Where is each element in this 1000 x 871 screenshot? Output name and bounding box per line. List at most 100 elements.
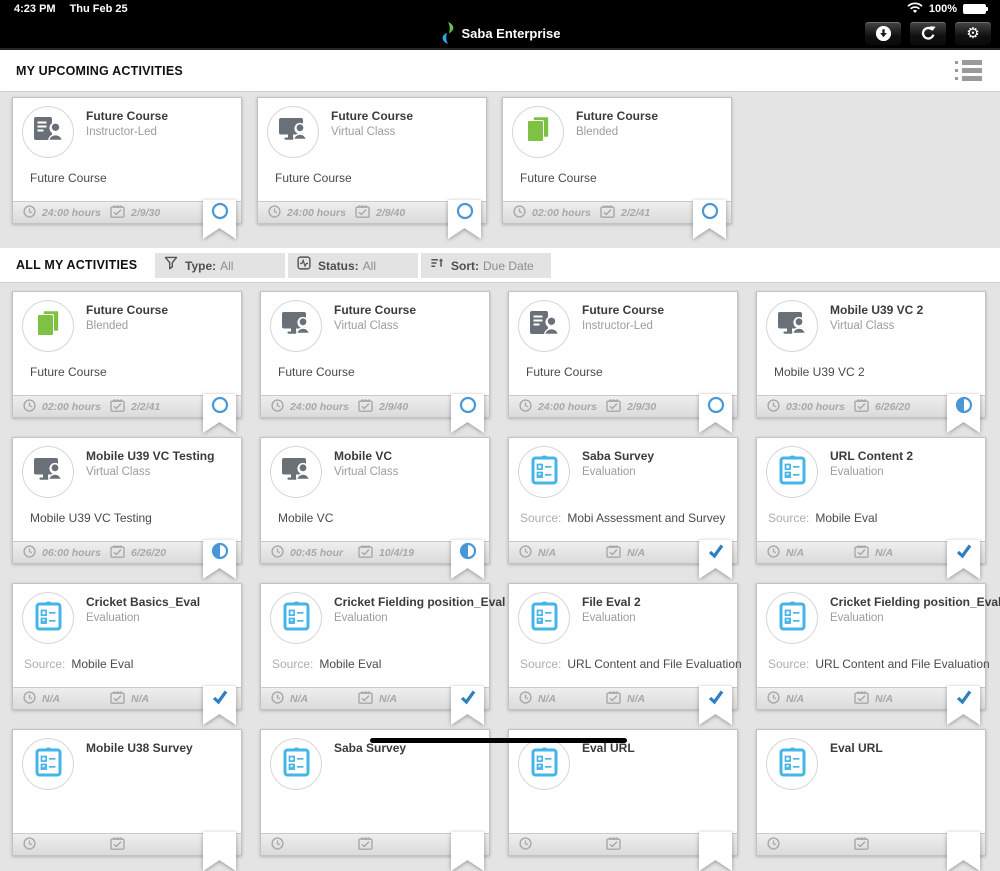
activity-card[interactable]: Future Course Blended Future Course 02:0… — [502, 97, 732, 239]
evaluation-icon — [779, 454, 806, 490]
download-icon — [875, 25, 891, 42]
card-body-text: Mobile VC — [278, 511, 334, 525]
card-duration: 03:00 hours — [786, 400, 845, 413]
clock-icon — [271, 836, 284, 853]
upcoming-section-title: MY UPCOMING ACTIVITIES — [16, 63, 183, 78]
card-subtitle: Virtual Class — [331, 126, 396, 138]
activity-type-avatar — [22, 106, 74, 158]
card-title: Mobile U39 VC Testing — [86, 449, 215, 463]
card-title: Future Course — [331, 109, 414, 123]
activity-card[interactable]: Eval URL — [508, 729, 738, 871]
activity-card[interactable]: Saba Survey Evaluation Source: Mobi Asse… — [508, 437, 738, 579]
card-duration: N/A — [538, 692, 557, 705]
clock-icon — [23, 544, 36, 561]
status-icon — [699, 832, 732, 853]
card-body-text: Mobile U39 VC Testing — [30, 511, 152, 525]
sort-icon — [430, 256, 444, 275]
status-icon — [947, 540, 980, 561]
list-view-button[interactable] — [955, 55, 984, 86]
virtual-class-icon — [777, 311, 808, 342]
app-title: Saba Enterprise — [461, 25, 561, 41]
card-date: N/A — [627, 692, 646, 705]
all-activities-title: ALL MY ACTIVITIES — [16, 258, 138, 272]
activity-card[interactable]: File Eval 2 Evaluation Source: URL Conte… — [508, 583, 742, 725]
filter-status-button[interactable]: Status: All — [288, 253, 418, 278]
activity-type-avatar — [270, 592, 322, 644]
card-date: 2/9/30 — [627, 400, 657, 413]
activity-card[interactable]: Mobile U39 VC 2 Virtual Class Mobile U39… — [756, 291, 986, 433]
upcoming-section-header: MY UPCOMING ACTIVITIES — [0, 50, 1000, 92]
calendar-icon — [854, 544, 869, 561]
activity-type-avatar — [518, 592, 570, 644]
card-subtitle: Virtual Class — [830, 320, 895, 332]
status-time: 4:23 PM — [14, 3, 56, 15]
card-body-text: Future Course — [30, 171, 107, 185]
card-date: N/A — [627, 546, 646, 559]
status-bar: 4:23 PM Thu Feb 25 100% — [0, 0, 1000, 18]
sort-button[interactable]: Sort: Due Date — [421, 253, 551, 278]
card-subtitle: Evaluation — [830, 466, 884, 478]
filter-type-label: Type: — [185, 258, 217, 273]
clock-icon — [767, 690, 780, 707]
activity-card[interactable]: Future Course Virtual Class Future Cours… — [260, 291, 490, 433]
activity-card[interactable]: Mobile U39 VC Testing Virtual Class Mobi… — [12, 437, 242, 579]
activity-card[interactable]: Cricket Fielding position_Eval Evaluatio… — [756, 583, 1000, 725]
activity-card[interactable]: Mobile VC Virtual Class Mobile VC 00:45 … — [260, 437, 490, 579]
activity-card[interactable]: Future Course Instructor-Led Future Cour… — [12, 97, 242, 239]
calendar-icon — [854, 836, 869, 853]
evaluation-icon — [283, 746, 310, 782]
card-title: Cricket Basics_Eval — [86, 595, 201, 609]
activity-card[interactable]: Future Course Virtual Class Future Cours… — [257, 97, 487, 239]
activity-card[interactable]: Eval URL — [756, 729, 986, 871]
filter-type-button[interactable]: Type: All — [155, 253, 285, 278]
status-icon — [699, 394, 732, 415]
card-date: N/A — [379, 692, 398, 705]
clock-icon — [519, 398, 532, 415]
card-date: N/A — [131, 692, 150, 705]
settings-button[interactable]: ⚙ — [954, 21, 992, 46]
card-date: 2/9/30 — [131, 206, 161, 219]
card-subtitle: Evaluation — [582, 612, 636, 624]
card-title: Mobile VC — [334, 449, 393, 463]
filter-type-value: All — [220, 258, 234, 273]
clock-icon — [271, 398, 284, 415]
card-body-text: URL Content and File Evaluation — [567, 657, 742, 671]
activity-card[interactable]: Future Course Blended Future Course 02:0… — [12, 291, 242, 433]
calendar-icon — [358, 398, 373, 415]
clock-icon — [268, 204, 281, 221]
calendar-icon — [110, 398, 125, 415]
activity-type-avatar — [270, 446, 322, 498]
card-subtitle: Instructor-Led — [86, 126, 157, 138]
download-button[interactable] — [864, 21, 902, 46]
calendar-icon — [606, 836, 621, 853]
card-subtitle: Virtual Class — [86, 466, 151, 478]
activity-card[interactable]: Future Course Instructor-Led Future Cour… — [508, 291, 738, 433]
card-duration: 24:00 hours — [287, 206, 346, 219]
app-nav-bar: Saba Enterprise ⚙ — [0, 18, 1000, 50]
clock-icon — [271, 690, 284, 707]
activity-card[interactable]: Cricket Basics_Eval Evaluation Source: M… — [12, 583, 242, 725]
activity-type-avatar — [518, 446, 570, 498]
activity-type-avatar — [518, 300, 570, 352]
card-title: Saba Survey — [582, 449, 655, 463]
card-subtitle: Instructor-Led — [582, 320, 653, 332]
status-icon — [448, 200, 481, 221]
status-icon — [947, 394, 980, 415]
activity-card[interactable]: Saba Survey — [260, 729, 490, 871]
virtual-class-icon — [281, 311, 312, 342]
calendar-icon — [110, 544, 125, 561]
battery-icon — [963, 4, 988, 14]
card-body-text: Future Course — [520, 171, 597, 185]
card-title: Saba Survey — [334, 741, 407, 755]
refresh-button[interactable] — [909, 21, 947, 46]
activity-card[interactable]: URL Content 2 Evaluation Source: Mobile … — [756, 437, 986, 579]
card-title: Future Course — [576, 109, 659, 123]
card-duration: 24:00 hours — [290, 400, 349, 413]
card-date: 6/26/20 — [875, 400, 911, 413]
card-subtitle: Evaluation — [830, 612, 884, 624]
activity-card[interactable]: Mobile U38 Survey — [12, 729, 242, 871]
card-body-text: Future Course — [275, 171, 352, 185]
card-title: Eval URL — [830, 741, 883, 755]
source-label: Source: — [272, 657, 314, 671]
activity-card[interactable]: Cricket Fielding position_Eval Evaluatio… — [260, 583, 505, 725]
